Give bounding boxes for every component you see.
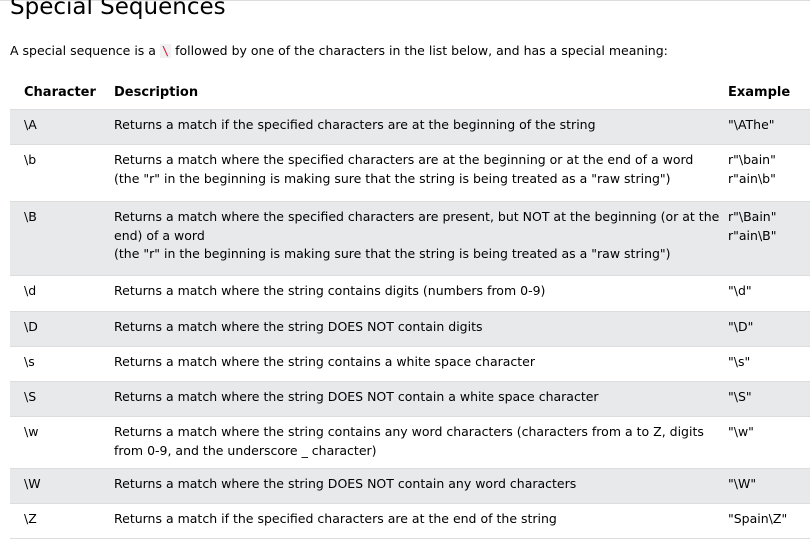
description-cell: Returns a match where the string DOES NO… xyxy=(114,388,702,407)
example-line: r"ain\B" xyxy=(728,227,777,243)
description-line: Returns a match where the string DOES NO… xyxy=(114,319,483,334)
header-character: Character xyxy=(24,85,96,100)
description-line: Returns a match if the specified charact… xyxy=(114,511,557,526)
example-line: "\AThe" xyxy=(728,117,775,132)
description-line: Returns a match where the string contain… xyxy=(114,424,704,439)
example-cell: "\d" xyxy=(728,282,808,301)
example-cell: "\s" xyxy=(728,353,808,372)
table-row: \w Returns a match where the string conta… xyxy=(10,417,810,469)
example-cell: "\S" xyxy=(728,388,808,407)
page-title: Special Sequences xyxy=(10,0,226,20)
description-line: (the "r" in the beginning is making sure… xyxy=(114,246,671,261)
character-cell: \w xyxy=(24,424,39,439)
description-line: Returns a match where the specified char… xyxy=(114,152,694,167)
description-line: from 0-9, and the underscore _ character… xyxy=(114,442,377,458)
special-sequences-table: Character Description Example \A Returns … xyxy=(10,75,810,539)
description-cell: Returns a match where the string contain… xyxy=(114,282,702,301)
character-cell: \d xyxy=(24,283,37,298)
example-line: "\S" xyxy=(728,389,752,404)
example-cell: "\AThe" xyxy=(728,116,808,135)
table-row: \B Returns a match where the specified ch… xyxy=(10,202,810,276)
example-line: "\s" xyxy=(728,354,751,369)
example-line: "\d" xyxy=(728,283,752,298)
description-line: end) of a word xyxy=(114,227,205,243)
description-cell: Returns a match where the string DOES NO… xyxy=(114,318,702,337)
example-line: "\w" xyxy=(728,424,754,439)
description-cell: Returns a match where the specified char… xyxy=(114,151,702,188)
description-line: Returns a match where the string contain… xyxy=(114,354,536,369)
example-cell: "\w" xyxy=(728,423,808,442)
description-line: Returns a match where the specified char… xyxy=(114,209,720,224)
table-header-row: Character Description Example xyxy=(10,75,810,110)
table-row: \W Returns a match where the string DOES … xyxy=(10,469,810,504)
example-cell: "Spain\Z" xyxy=(728,510,808,529)
description-cell: Returns a match where the string DOES NO… xyxy=(114,475,702,494)
intro-text-before: A special sequence is a xyxy=(10,43,160,58)
table-row: \Z Returns a match if the specified chara… xyxy=(10,504,810,539)
character-cell: \S xyxy=(24,389,37,404)
character-cell: \Z xyxy=(24,511,37,526)
table-row: \b Returns a match where the specified ch… xyxy=(10,145,810,202)
description-cell: Returns a match if the specified charact… xyxy=(114,510,702,529)
example-cell: r"\bain" r"ain\b" xyxy=(728,151,808,188)
table-row: \D Returns a match where the string DOES … xyxy=(10,312,810,347)
example-cell: "\W" xyxy=(728,475,808,494)
character-cell: \D xyxy=(24,319,38,334)
description-cell: Returns a match if the specified charact… xyxy=(114,116,702,135)
example-line: "\D" xyxy=(728,319,754,334)
example-line: "\W" xyxy=(728,476,757,491)
character-cell: \b xyxy=(24,152,37,167)
description-line: Returns a match where the string contain… xyxy=(114,283,546,298)
intro-paragraph: A special sequence is a \ followed by on… xyxy=(10,43,668,58)
intro-text-after: followed by one of the characters in the… xyxy=(171,43,668,58)
example-line: r"\bain" xyxy=(728,152,776,167)
example-line: r"ain\b" xyxy=(728,170,776,186)
table-row: \A Returns a match if the specified chara… xyxy=(10,110,810,145)
description-line: (the "r" in the beginning is making sure… xyxy=(114,170,671,186)
example-line: "Spain\Z" xyxy=(728,511,788,526)
example-line: r"\Bain" xyxy=(728,209,777,224)
table-row: \d Returns a match where the string conta… xyxy=(10,276,810,312)
example-cell: "\D" xyxy=(728,318,808,337)
character-cell: \A xyxy=(24,117,37,132)
description-cell: Returns a match where the string contain… xyxy=(114,423,704,460)
header-description: Description xyxy=(114,85,199,100)
description-line: Returns a match if the specified charact… xyxy=(114,117,596,132)
header-example: Example xyxy=(728,85,791,100)
table-row: \S Returns a match where the string DOES … xyxy=(10,382,810,417)
intro-backslash-code: \ xyxy=(159,44,172,58)
description-line: Returns a match where the string DOES NO… xyxy=(114,389,599,404)
table-row: \s Returns a match where the string conta… xyxy=(10,347,810,382)
character-cell: \B xyxy=(24,209,37,224)
example-cell: r"\Bain" r"ain\B" xyxy=(728,208,808,245)
description-cell: Returns a match where the string contain… xyxy=(114,353,702,372)
character-cell: \s xyxy=(24,354,35,369)
description-line: Returns a match where the string DOES NO… xyxy=(114,476,577,491)
character-cell: \W xyxy=(24,476,41,491)
description-cell: Returns a match where the specified char… xyxy=(114,208,720,264)
